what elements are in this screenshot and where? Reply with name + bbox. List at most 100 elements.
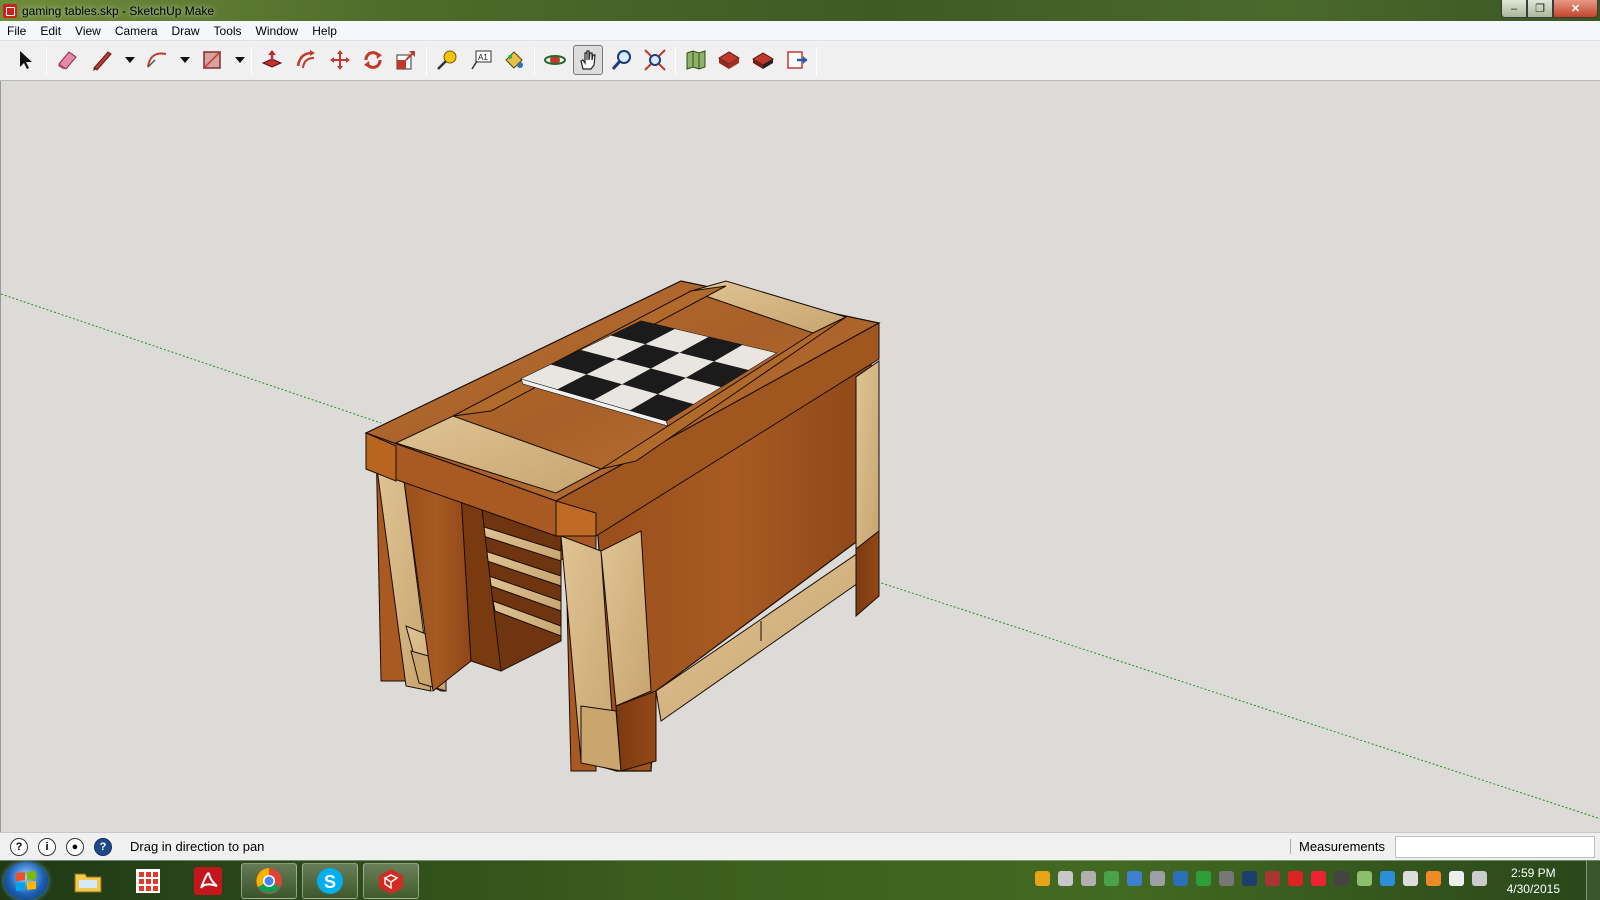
select-tool-button[interactable] — [11, 45, 41, 75]
taskbar-chrome[interactable] — [241, 863, 297, 899]
tray-icon[interactable] — [1150, 871, 1165, 886]
pencil-icon — [93, 51, 112, 71]
tray-icon[interactable] — [1127, 871, 1142, 886]
taskbar-adobe-reader[interactable] — [180, 863, 236, 899]
menu-view[interactable]: View — [68, 21, 108, 41]
skype-icon: S — [317, 868, 343, 894]
zoom-icon — [611, 50, 631, 70]
tray-icon[interactable] — [1242, 871, 1257, 886]
system-tray — [1035, 871, 1487, 886]
tray-icon[interactable] — [1035, 871, 1050, 886]
menu-window[interactable]: Window — [249, 21, 306, 41]
tray-icon[interactable] — [1357, 871, 1372, 886]
tray-icon[interactable] — [1265, 871, 1280, 886]
taskbar-sketchup[interactable] — [363, 863, 419, 899]
tray-icon[interactable] — [1081, 871, 1096, 886]
green-axis-line — [1, 293, 382, 424]
rectangle-dropdown[interactable] — [233, 45, 247, 75]
taskbar-explorer[interactable] — [60, 863, 116, 899]
chevron-down-icon — [180, 57, 190, 63]
scale-tool-button[interactable] — [391, 45, 421, 75]
tray-icon[interactable] — [1311, 871, 1326, 886]
tray-icon[interactable] — [1104, 871, 1119, 886]
maximize-button[interactable]: ❐ — [1527, 0, 1553, 18]
gaming-table-model[interactable] — [1, 81, 1600, 832]
start-button[interactable] — [4, 862, 48, 900]
zoom-tool-button[interactable] — [607, 45, 637, 75]
instructor-help-icon[interactable]: ? — [94, 837, 112, 856]
measurements-input[interactable] — [1395, 836, 1595, 858]
tray-icon[interactable] — [1196, 871, 1211, 886]
scale-icon — [396, 51, 415, 70]
tray-icon[interactable] — [1219, 871, 1234, 886]
menu-help[interactable]: Help — [305, 21, 344, 41]
menu-bar: File Edit View Camera Draw Tools Window … — [0, 21, 1600, 41]
send-to-layout-button[interactable] — [782, 45, 812, 75]
arc-dropdown[interactable] — [178, 45, 192, 75]
tape-measure-icon — [437, 50, 457, 70]
eraser-tool-button[interactable] — [52, 45, 82, 75]
tray-icon[interactable] — [1173, 871, 1188, 886]
window-controls: – ❐ ✕ — [1501, 0, 1598, 18]
extension-warehouse-button[interactable] — [748, 45, 778, 75]
menu-draw[interactable]: Draw — [165, 21, 207, 41]
status-hint: Drag in direction to pan — [130, 839, 265, 854]
rectangle-icon — [203, 51, 221, 69]
rotate-tool-button[interactable] — [358, 45, 388, 75]
chevron-down-icon — [125, 57, 135, 63]
menu-tools[interactable]: Tools — [207, 21, 249, 41]
adobe-reader-icon — [194, 867, 222, 895]
add-location-button[interactable] — [681, 45, 711, 75]
pan-hand-icon — [580, 50, 596, 70]
paint-bucket-tool-button[interactable] — [499, 45, 529, 75]
window-title: gaming tables.skp - SketchUp Make — [22, 3, 215, 18]
tray-icon[interactable] — [1426, 871, 1441, 886]
sketchup-app-icon[interactable] — [3, 3, 17, 18]
windows-taskbar: S 2:59 PM 4/30/2015 — [0, 860, 1600, 900]
menu-file[interactable]: File — [0, 21, 33, 41]
user-icon[interactable]: ● — [66, 837, 84, 856]
close-button[interactable]: ✕ — [1553, 0, 1598, 18]
rectangle-tool-button[interactable] — [197, 45, 227, 75]
line-tool-button[interactable] — [87, 45, 117, 75]
layout-icon — [787, 51, 807, 69]
minimize-button[interactable]: – — [1501, 0, 1527, 18]
tray-icon[interactable] — [1058, 871, 1073, 886]
menu-camera[interactable]: Camera — [108, 21, 165, 41]
push-pull-tool-button[interactable] — [257, 45, 287, 75]
tray-icon[interactable] — [1449, 871, 1464, 886]
getting-started-toolbar: A1 — [0, 41, 1600, 81]
offset-tool-button[interactable] — [291, 45, 321, 75]
show-desktop-button[interactable] — [1586, 861, 1600, 900]
geolocation-icon[interactable]: ? — [10, 837, 28, 856]
tape-measure-tool-button[interactable] — [432, 45, 462, 75]
windows-logo-icon — [16, 870, 36, 892]
clock-date: 4/30/2015 — [1506, 882, 1560, 896]
map-location-icon — [686, 50, 706, 70]
tray-icon[interactable] — [1288, 871, 1303, 886]
orbit-icon — [544, 55, 566, 65]
tray-icon[interactable] — [1380, 871, 1395, 886]
credits-icon[interactable]: i — [38, 837, 56, 856]
volume-icon[interactable] — [1472, 871, 1487, 886]
model-viewport[interactable] — [0, 81, 1600, 832]
green-axis-line-far — [850, 572, 1600, 820]
pan-tool-button[interactable] — [573, 45, 603, 75]
arc-tool-button[interactable] — [142, 45, 172, 75]
menu-edit[interactable]: Edit — [33, 21, 68, 41]
arc-icon — [147, 52, 167, 68]
tray-icon[interactable] — [1334, 871, 1349, 886]
taskbar-skype[interactable]: S — [302, 863, 358, 899]
system-clock[interactable]: 2:59 PM 4/30/2015 — [1507, 865, 1560, 897]
offset-icon — [296, 50, 315, 69]
tray-icon[interactable] — [1403, 871, 1418, 886]
3d-warehouse-button[interactable] — [714, 45, 744, 75]
zoom-extents-tool-button[interactable] — [640, 45, 670, 75]
text-tool-button[interactable]: A1 — [466, 45, 496, 75]
move-tool-button[interactable] — [325, 45, 355, 75]
move-icon — [330, 50, 350, 70]
taskbar-apps[interactable] — [120, 863, 176, 899]
orbit-tool-button[interactable] — [540, 45, 570, 75]
line-dropdown[interactable] — [123, 45, 137, 75]
rear-leg — [855, 360, 880, 551]
